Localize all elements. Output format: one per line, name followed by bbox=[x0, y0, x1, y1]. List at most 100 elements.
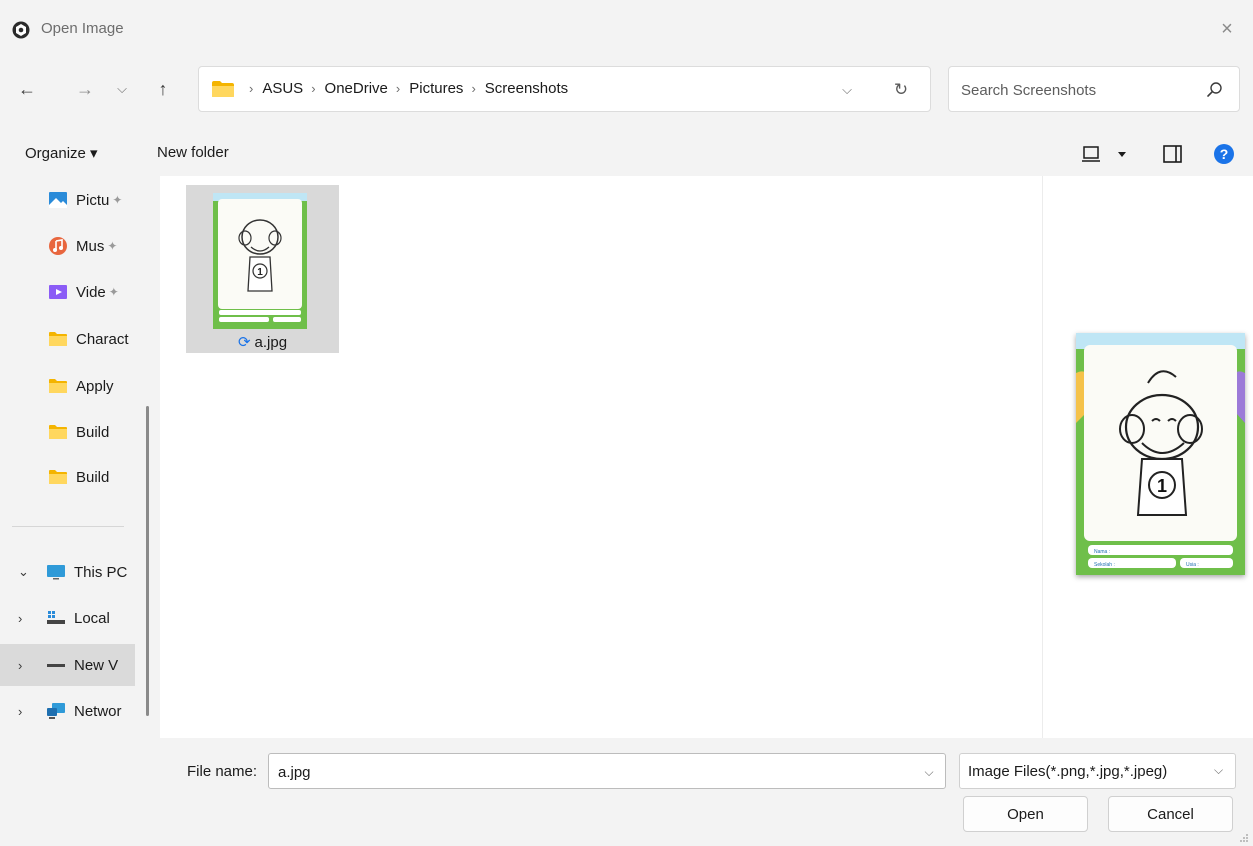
pin-icon: ✦ bbox=[108, 285, 119, 299]
address-bar[interactable]: › ASUS › OneDrive › Pictures › Screensho… bbox=[198, 66, 931, 112]
navigation-pane: Pictu ✦ Mus ✦ Vide ✦ Charact Apply Build… bbox=[0, 176, 158, 738]
folder-icon bbox=[49, 425, 67, 439]
sidebar-item-label: Local bbox=[74, 609, 110, 627]
search-icon[interactable] bbox=[1205, 80, 1225, 100]
nav-pane-scrollbar[interactable] bbox=[146, 406, 149, 716]
videos-icon bbox=[49, 285, 67, 299]
file-name-label: ⟳ a.jpg bbox=[186, 333, 339, 351]
close-button[interactable]: × bbox=[1213, 15, 1241, 43]
file-item[interactable]: 1 ⟳ a.jpg bbox=[186, 185, 339, 353]
breadcrumb-separator: › bbox=[471, 81, 476, 96]
file-name-input[interactable] bbox=[278, 761, 878, 783]
sidebar-item-label: New V bbox=[74, 656, 119, 674]
file-type-select[interactable]: Image Files(*.png,*.jpg,*.jpeg) ⌵ bbox=[959, 753, 1236, 789]
sidebar-item-label: Build bbox=[76, 468, 110, 486]
folder-icon bbox=[212, 81, 234, 97]
sidebar-item-folder-build-2[interactable]: Build bbox=[0, 456, 135, 498]
sidebar-item-local-disk[interactable]: › Local bbox=[0, 597, 135, 639]
file-name-dropdown-button[interactable]: ⌵ bbox=[919, 763, 939, 781]
sidebar-item-label: This PC bbox=[74, 563, 128, 581]
back-button[interactable]: ← bbox=[12, 74, 42, 104]
chevron-right-icon[interactable]: › bbox=[18, 704, 38, 719]
file-list: 1 ⟳ a.jpg bbox=[160, 176, 1042, 738]
file-name: a.jpg bbox=[254, 334, 288, 351]
sidebar-item-new-volume[interactable]: › New V bbox=[0, 644, 135, 686]
open-button[interactable]: Open bbox=[963, 796, 1088, 832]
cancel-button[interactable]: Cancel bbox=[1108, 796, 1233, 832]
view-options-icon[interactable] bbox=[1082, 142, 1134, 166]
search-box bbox=[948, 66, 1240, 112]
divider bbox=[12, 526, 124, 527]
app-icon bbox=[12, 21, 30, 39]
forward-button[interactable]: → bbox=[70, 74, 100, 104]
refresh-button[interactable]: ↻ bbox=[889, 78, 913, 102]
network-icon bbox=[47, 703, 65, 719]
preview-image: 1 Nama : Sekolah : Usia : bbox=[1076, 333, 1245, 575]
organize-button[interactable]: Organize ▾ bbox=[25, 144, 98, 162]
sidebar-item-this-pc[interactable]: ⌄ This PC bbox=[0, 551, 135, 593]
chevron-down-icon: ⌵ bbox=[117, 81, 127, 96]
preview-pane-icon[interactable] bbox=[1160, 142, 1186, 166]
sidebar-item-label: Pictu bbox=[76, 191, 110, 209]
sidebar-item-label: Charact bbox=[76, 330, 129, 348]
breadcrumb-separator: › bbox=[395, 81, 401, 96]
up-button[interactable]: ↑ bbox=[148, 74, 178, 104]
search-input[interactable] bbox=[961, 79, 1191, 101]
chevron-right-icon[interactable]: › bbox=[18, 611, 38, 626]
help-icon[interactable]: ? bbox=[1212, 142, 1236, 166]
sidebar-item-pictures[interactable]: Pictu ✦ bbox=[0, 179, 135, 221]
file-name-label: File name: bbox=[187, 763, 258, 780]
sidebar-item-label: Apply bbox=[76, 377, 114, 395]
sidebar-item-folder-charact[interactable]: Charact bbox=[0, 318, 135, 360]
close-icon: × bbox=[1221, 17, 1233, 40]
drive-icon bbox=[47, 664, 65, 667]
folder-icon bbox=[49, 379, 67, 393]
sidebar-item-network[interactable]: › Networ bbox=[0, 690, 135, 732]
resize-grip-icon[interactable] bbox=[1239, 833, 1249, 843]
preview-name-field: Nama : bbox=[1094, 549, 1110, 555]
sidebar-item-label: Mus bbox=[76, 237, 105, 255]
pin-icon: ✦ bbox=[112, 193, 123, 207]
folder-icon bbox=[49, 470, 67, 484]
new-folder-button[interactable]: New folder bbox=[157, 144, 229, 161]
sync-icon: ⟳ bbox=[237, 334, 251, 351]
sidebar-item-folder-build-1[interactable]: Build bbox=[0, 411, 135, 453]
breadcrumb-separator: › bbox=[311, 81, 316, 96]
sidebar-item-music[interactable]: Mus ✦ bbox=[0, 225, 135, 267]
folder-icon bbox=[49, 332, 67, 346]
title-bar: Open Image × bbox=[0, 0, 1253, 58]
sidebar-item-label: Networ bbox=[74, 702, 122, 720]
computer-icon bbox=[47, 565, 65, 580]
back-arrow-icon: ← bbox=[18, 78, 36, 99]
file-thumbnail: 1 bbox=[213, 193, 307, 329]
sidebar-item-label: Build bbox=[76, 423, 110, 441]
chevron-down-icon: ⌵ bbox=[842, 82, 852, 97]
up-arrow-icon: ↑ bbox=[158, 78, 168, 99]
recent-locations-button[interactable]: ⌵ bbox=[107, 74, 137, 104]
svg-text:?: ? bbox=[1220, 146, 1229, 162]
thumbnail-number: 1 bbox=[257, 267, 263, 278]
file-name-combobox: ⌵ bbox=[268, 753, 946, 789]
refresh-icon: ↻ bbox=[893, 80, 909, 99]
pictures-icon bbox=[49, 192, 67, 208]
breadcrumb-item-asus[interactable]: ASUS bbox=[262, 80, 303, 97]
music-icon bbox=[49, 237, 67, 255]
sidebar-item-folder-apply[interactable]: Apply bbox=[0, 365, 135, 407]
preview-age-field: Usia : bbox=[1186, 562, 1199, 568]
preview-pane: 1 Nama : Sekolah : Usia : bbox=[1042, 176, 1253, 738]
breadcrumb-item-onedrive[interactable]: OneDrive bbox=[325, 80, 388, 97]
breadcrumb-item-pictures[interactable]: Pictures bbox=[409, 80, 463, 97]
sidebar-item-label: Vide bbox=[76, 283, 106, 301]
file-type-value: Image Files(*.png,*.jpg,*.jpeg) bbox=[968, 763, 1168, 780]
address-history-button[interactable]: ⌵ bbox=[835, 79, 859, 101]
sidebar-item-videos[interactable]: Vide ✦ bbox=[0, 271, 135, 313]
breadcrumb-separator: › bbox=[249, 81, 254, 96]
breadcrumb: › ASUS › OneDrive › Pictures › Screensho… bbox=[241, 80, 568, 97]
chevron-down-icon[interactable]: ⌄ bbox=[18, 564, 38, 580]
breadcrumb-item-screenshots[interactable]: Screenshots bbox=[485, 80, 568, 97]
preview-school-field: Sekolah : bbox=[1094, 562, 1115, 568]
pin-icon: ✦ bbox=[107, 239, 118, 253]
chevron-down-icon: ⌵ bbox=[1214, 763, 1224, 777]
chevron-right-icon[interactable]: › bbox=[18, 658, 38, 673]
window-title: Open Image bbox=[41, 20, 124, 37]
